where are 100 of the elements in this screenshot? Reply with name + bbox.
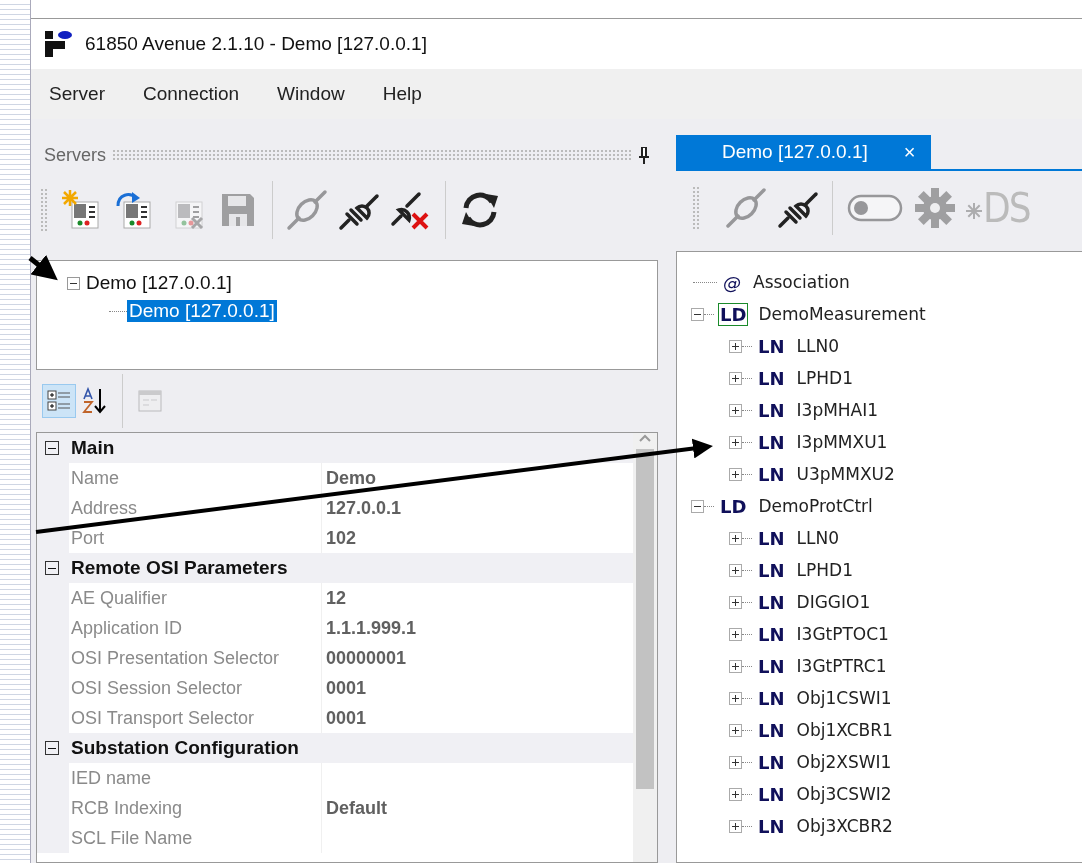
logical-device-tag: LD	[718, 302, 749, 326]
collapse-toggle[interactable]	[45, 441, 59, 455]
tree-item[interactable]: I3pMHAI1	[796, 400, 879, 420]
property-name: Application ID	[69, 613, 322, 643]
categorized-icon	[46, 388, 72, 414]
logical-node-tag: LN	[756, 558, 787, 582]
tree-item[interactable]: LLN0	[796, 528, 840, 548]
property-name: IED name	[69, 763, 322, 793]
scrollbar[interactable]	[633, 433, 657, 862]
logical-node-tag: LN	[756, 718, 787, 742]
collapse-toggle[interactable]	[45, 561, 59, 575]
tree-item[interactable]: LLN0	[796, 336, 840, 356]
property-name: OSI Session Selector	[69, 673, 322, 703]
expand-toggle[interactable]	[729, 659, 742, 673]
property-value[interactable]: Default	[322, 797, 387, 819]
property-name: SCL File Name	[69, 823, 322, 853]
expand-toggle[interactable]	[729, 563, 742, 577]
logical-node-tag: LN	[756, 686, 787, 710]
logical-node-tag: LN	[756, 462, 787, 486]
logical-node-tag: LN	[756, 334, 787, 358]
document-tab[interactable]: Demo [127.0.0.1] ×	[676, 135, 932, 169]
panel-grip[interactable]	[112, 149, 632, 161]
logical-node-tag: LN	[756, 590, 787, 614]
property-name: Name	[69, 463, 322, 493]
property-name: AE Qualifier	[69, 583, 322, 613]
logical-node-tag: LN	[756, 430, 787, 454]
window-title: 61850 Avenue 2.1.10 - Demo [127.0.0.1]	[85, 33, 427, 55]
property-pages-icon	[137, 388, 163, 414]
tree-item[interactable]: I3GtPTRC1	[796, 656, 887, 676]
panel-title: Servers	[44, 144, 106, 166]
logical-node-tag: LN	[756, 814, 787, 838]
logical-node-tag: LN	[756, 526, 787, 550]
expand-toggle[interactable]	[729, 531, 742, 545]
tree-item[interactable]: DIGGIO1	[796, 592, 871, 612]
logical-node-tag: LN	[756, 750, 787, 774]
expand-toggle[interactable]	[729, 723, 742, 737]
tree-item[interactable]: DemoProtCtrl	[758, 496, 873, 516]
server-tree-item[interactable]: Demo [127.0.0.1]	[84, 272, 234, 294]
property-value[interactable]: 1.1.1.999.1	[322, 617, 417, 639]
collapse-toggle[interactable]	[45, 741, 59, 755]
tree-item[interactable]: U3pMMXU2	[796, 464, 895, 484]
connect-plug-icon	[724, 186, 768, 230]
close-tab-button[interactable]: ×	[903, 140, 916, 164]
tree-item[interactable]: I3GtPTOC1	[796, 624, 889, 644]
expand-toggle[interactable]	[729, 755, 742, 769]
logical-node-tag: LN	[756, 782, 787, 806]
tree-item[interactable]: Association	[753, 272, 850, 292]
tree-item[interactable]: Obj1XCBR1	[796, 720, 893, 740]
category-heading: Remote OSI Parameters	[71, 557, 288, 579]
logical-node-tag: LN	[756, 622, 787, 646]
menu-item[interactable]: Server	[49, 83, 105, 105]
logical-node-tag: LN	[756, 366, 787, 390]
property-value[interactable]: 0001	[322, 677, 367, 699]
collapse-toggle[interactable]	[67, 276, 80, 290]
property-value[interactable]: Demo	[322, 467, 376, 489]
sparkle-icon	[965, 202, 983, 220]
tree-item[interactable]: I3pMMXU1	[796, 432, 888, 452]
category-heading: Main	[71, 437, 115, 459]
expand-toggle[interactable]	[729, 787, 742, 801]
annotation-arrow	[28, 254, 58, 281]
tree-item[interactable]: Obj2XSWI1	[796, 752, 892, 772]
property-name: RCB Indexing	[69, 793, 322, 823]
property-name: OSI Presentation Selector	[69, 643, 322, 673]
logical-node-tag: LN	[756, 654, 787, 678]
tree-item[interactable]: Obj1CSWI1	[796, 688, 892, 708]
property-value[interactable]: 102	[322, 527, 357, 549]
association-tag: @	[721, 270, 743, 294]
expand-toggle[interactable]	[729, 371, 742, 385]
expand-toggle[interactable]	[729, 595, 742, 609]
tree-item[interactable]: LPHD1	[796, 560, 853, 580]
app-logo-icon	[45, 31, 73, 57]
tree-item[interactable]: DemoMeasurement	[758, 304, 926, 324]
expand-toggle[interactable]	[729, 691, 742, 705]
categorized-button[interactable]	[42, 384, 76, 418]
settings-icon	[913, 186, 957, 230]
menu-item[interactable]: Window	[277, 83, 345, 105]
property-value[interactable]: 12	[322, 587, 347, 609]
expand-toggle[interactable]	[729, 339, 742, 353]
sort-alphabetical-icon	[82, 387, 108, 415]
expand-toggle[interactable]	[691, 499, 704, 513]
tree-item[interactable]: Obj3CSWI2	[796, 784, 892, 804]
expand-toggle[interactable]	[729, 819, 742, 833]
expand-toggle[interactable]	[691, 307, 704, 321]
property-name: Address	[69, 493, 322, 523]
expand-toggle[interactable]	[729, 627, 742, 641]
property-value[interactable]: 0001	[322, 707, 367, 729]
expand-toggle[interactable]	[729, 435, 742, 449]
expand-toggle[interactable]	[729, 467, 742, 481]
logical-node-tag: LN	[756, 398, 787, 422]
property-value[interactable]: 127.0.0.1	[322, 497, 402, 519]
server-tree-item[interactable]: Demo [127.0.0.1]	[127, 300, 277, 322]
connect-plug-icon	[285, 188, 329, 232]
logical-device-tag: LD	[718, 494, 749, 518]
tree-item[interactable]: LPHD1	[796, 368, 853, 388]
menu-item[interactable]: Connection	[142, 83, 240, 105]
pin-icon[interactable]	[638, 145, 650, 165]
property-value[interactable]: 00000001	[322, 647, 407, 669]
tree-item[interactable]: Obj3XCBR2	[796, 816, 893, 836]
menu-item[interactable]: Help	[382, 83, 422, 105]
expand-toggle[interactable]	[729, 403, 742, 417]
